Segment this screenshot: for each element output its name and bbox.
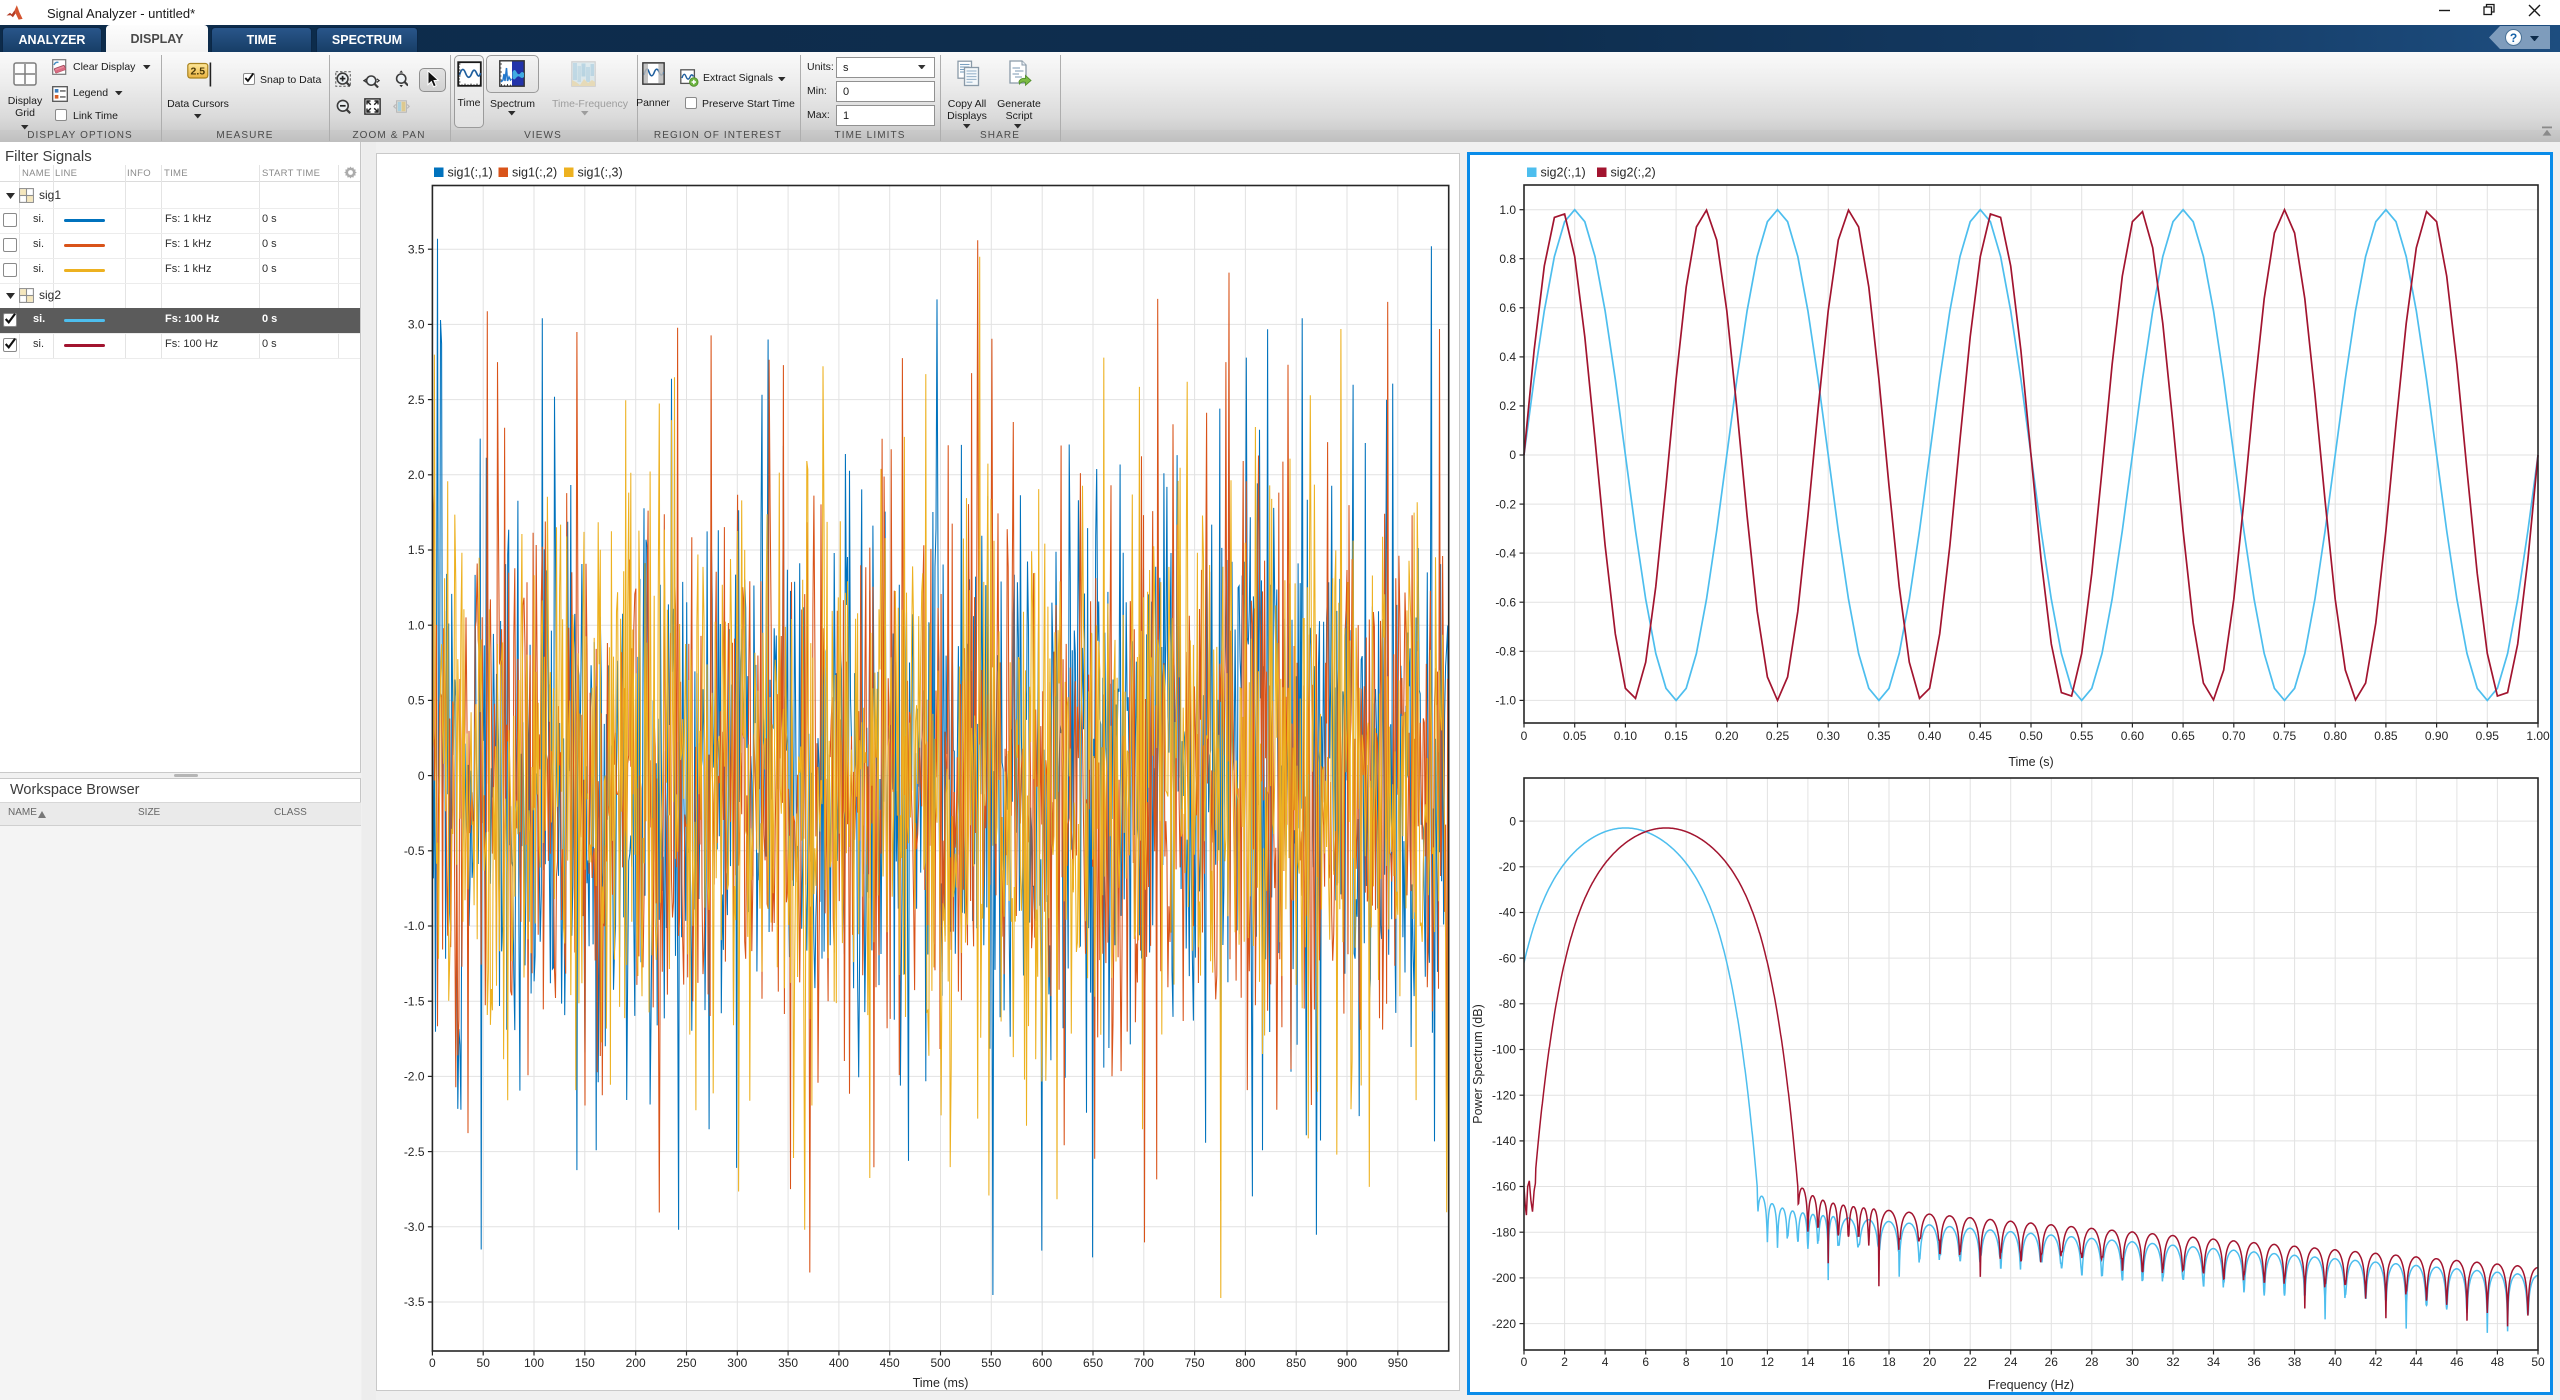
- svg-text:16: 16: [1842, 1355, 1856, 1369]
- svg-text:0.45: 0.45: [1969, 729, 1993, 743]
- svg-text:-80: -80: [1499, 997, 1517, 1011]
- svg-text:46: 46: [2450, 1355, 2464, 1369]
- svg-text:0.90: 0.90: [2425, 729, 2449, 743]
- svg-text:0.75: 0.75: [2273, 729, 2297, 743]
- svg-text:0.50: 0.50: [2019, 729, 2043, 743]
- svg-text:0.05: 0.05: [1563, 729, 1587, 743]
- svg-text:0.70: 0.70: [2222, 729, 2246, 743]
- svg-text:24: 24: [2004, 1355, 2018, 1369]
- svg-text:38: 38: [2288, 1355, 2302, 1369]
- svg-text:0.55: 0.55: [2070, 729, 2094, 743]
- svg-text:0: 0: [1521, 1355, 1528, 1369]
- svg-text:28: 28: [2085, 1355, 2099, 1369]
- svg-text:48: 48: [2491, 1355, 2505, 1369]
- svg-text:0.8: 0.8: [1499, 252, 1516, 266]
- svg-text:0.65: 0.65: [2171, 729, 2195, 743]
- svg-text:-160: -160: [1492, 1180, 1516, 1194]
- svg-text:22: 22: [1964, 1355, 1978, 1369]
- svg-text:-20: -20: [1499, 860, 1517, 874]
- svg-text:-0.8: -0.8: [1495, 645, 1516, 659]
- svg-text:20: 20: [1923, 1355, 1937, 1369]
- svg-text:44: 44: [2410, 1355, 2424, 1369]
- svg-text:32: 32: [2166, 1355, 2180, 1369]
- svg-text:-140: -140: [1492, 1134, 1516, 1148]
- svg-text:-60: -60: [1499, 951, 1517, 965]
- svg-text:0.15: 0.15: [1664, 729, 1688, 743]
- svg-text:sig2(:,1): sig2(:,1): [1541, 166, 1586, 180]
- svg-text:-200: -200: [1492, 1271, 1516, 1285]
- svg-text:-0.4: -0.4: [1495, 546, 1516, 560]
- svg-text:0.6: 0.6: [1499, 301, 1516, 315]
- svg-text:0.95: 0.95: [2476, 729, 2500, 743]
- svg-text:-180: -180: [1492, 1225, 1516, 1239]
- svg-text:30: 30: [2126, 1355, 2140, 1369]
- svg-text:6: 6: [1642, 1355, 1649, 1369]
- svg-text:0.10: 0.10: [1614, 729, 1638, 743]
- svg-text:8: 8: [1683, 1355, 1690, 1369]
- svg-text:-120: -120: [1492, 1088, 1516, 1102]
- svg-text:0: 0: [1509, 448, 1516, 462]
- svg-text:0.40: 0.40: [1918, 729, 1942, 743]
- svg-text:-40: -40: [1499, 906, 1517, 920]
- svg-text:26: 26: [2045, 1355, 2059, 1369]
- svg-text:Time (s): Time (s): [2008, 755, 2053, 769]
- svg-text:0.2: 0.2: [1499, 399, 1516, 413]
- svg-text:Power Spectrum (dB): Power Spectrum (dB): [1471, 1004, 1485, 1123]
- svg-text:0.85: 0.85: [2374, 729, 2398, 743]
- svg-text:2: 2: [1561, 1355, 1568, 1369]
- svg-text:1.00: 1.00: [2526, 729, 2550, 743]
- svg-text:14: 14: [1801, 1355, 1815, 1369]
- svg-text:-220: -220: [1492, 1317, 1516, 1331]
- svg-text:50: 50: [2531, 1355, 2545, 1369]
- svg-text:-100: -100: [1492, 1043, 1516, 1057]
- svg-text:-0.2: -0.2: [1495, 497, 1516, 511]
- svg-text:0.60: 0.60: [2121, 729, 2145, 743]
- svg-text:40: 40: [2329, 1355, 2343, 1369]
- svg-text:0.25: 0.25: [1766, 729, 1790, 743]
- svg-text:-0.6: -0.6: [1495, 595, 1516, 609]
- svg-text:0.4: 0.4: [1499, 350, 1516, 364]
- svg-text:12: 12: [1761, 1355, 1775, 1369]
- svg-text:1.0: 1.0: [1499, 203, 1516, 217]
- svg-text:Frequency (Hz): Frequency (Hz): [1988, 1378, 2074, 1392]
- svg-text:10: 10: [1720, 1355, 1734, 1369]
- svg-text:0: 0: [1521, 729, 1528, 743]
- svg-text:sig2(:,2): sig2(:,2): [1611, 166, 1656, 180]
- svg-text:0: 0: [1509, 814, 1516, 828]
- svg-text:-1.0: -1.0: [1495, 694, 1516, 708]
- svg-text:4: 4: [1602, 1355, 1609, 1369]
- svg-text:0.30: 0.30: [1817, 729, 1841, 743]
- svg-text:36: 36: [2247, 1355, 2261, 1369]
- svg-text:0.20: 0.20: [1715, 729, 1739, 743]
- svg-text:0.35: 0.35: [1867, 729, 1891, 743]
- svg-text:18: 18: [1882, 1355, 1896, 1369]
- svg-text:42: 42: [2369, 1355, 2383, 1369]
- svg-text:34: 34: [2207, 1355, 2221, 1369]
- svg-text:0.80: 0.80: [2324, 729, 2348, 743]
